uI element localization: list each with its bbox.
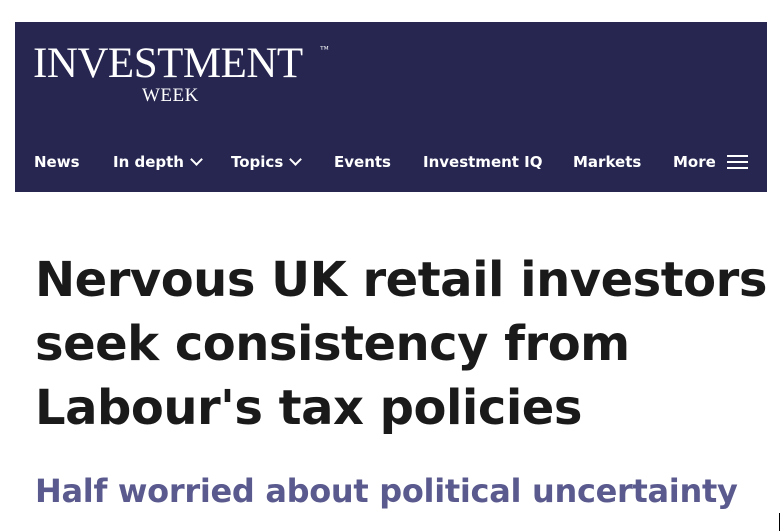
nav-item-label: In depth — [113, 153, 184, 171]
nav-item-label: News — [34, 153, 80, 171]
nav-item-topics[interactable]: Topics — [231, 144, 303, 180]
edge-divider — [779, 513, 780, 531]
article-standfirst: Half worried about political uncertainty — [35, 472, 738, 510]
nav-item-markets[interactable]: Markets — [573, 144, 641, 180]
nav-item-label: Investment IQ — [423, 153, 543, 171]
hamburger-menu-icon — [726, 154, 748, 170]
nav-item-label: Topics — [231, 153, 284, 171]
logo-subtitle: WEEK — [142, 85, 199, 106]
nav-item-in-depth[interactable]: In depth — [113, 144, 203, 180]
logo-wordmark: INVESTMENT — [33, 40, 303, 87]
chevron-down-icon — [289, 153, 303, 166]
nav-item-label: Events — [334, 153, 391, 171]
site-header: INVESTMENT ™ WEEK News In depth Topics E… — [15, 22, 767, 192]
nav-item-label: More — [673, 153, 716, 171]
chevron-down-icon — [190, 153, 203, 166]
nav-item-more[interactable]: More — [673, 144, 748, 180]
nav-item-news[interactable]: News — [34, 144, 80, 180]
logo-trademark: ™ — [320, 44, 329, 54]
nav-item-events[interactable]: Events — [334, 144, 391, 180]
nav-item-investment-iq[interactable]: Investment IQ — [423, 144, 543, 180]
nav-item-label: Markets — [573, 153, 642, 171]
article-headline: Nervous UK retail investors seek consist… — [35, 252, 767, 436]
main-nav: News In depth Topics Events Investment I… — [15, 144, 767, 180]
